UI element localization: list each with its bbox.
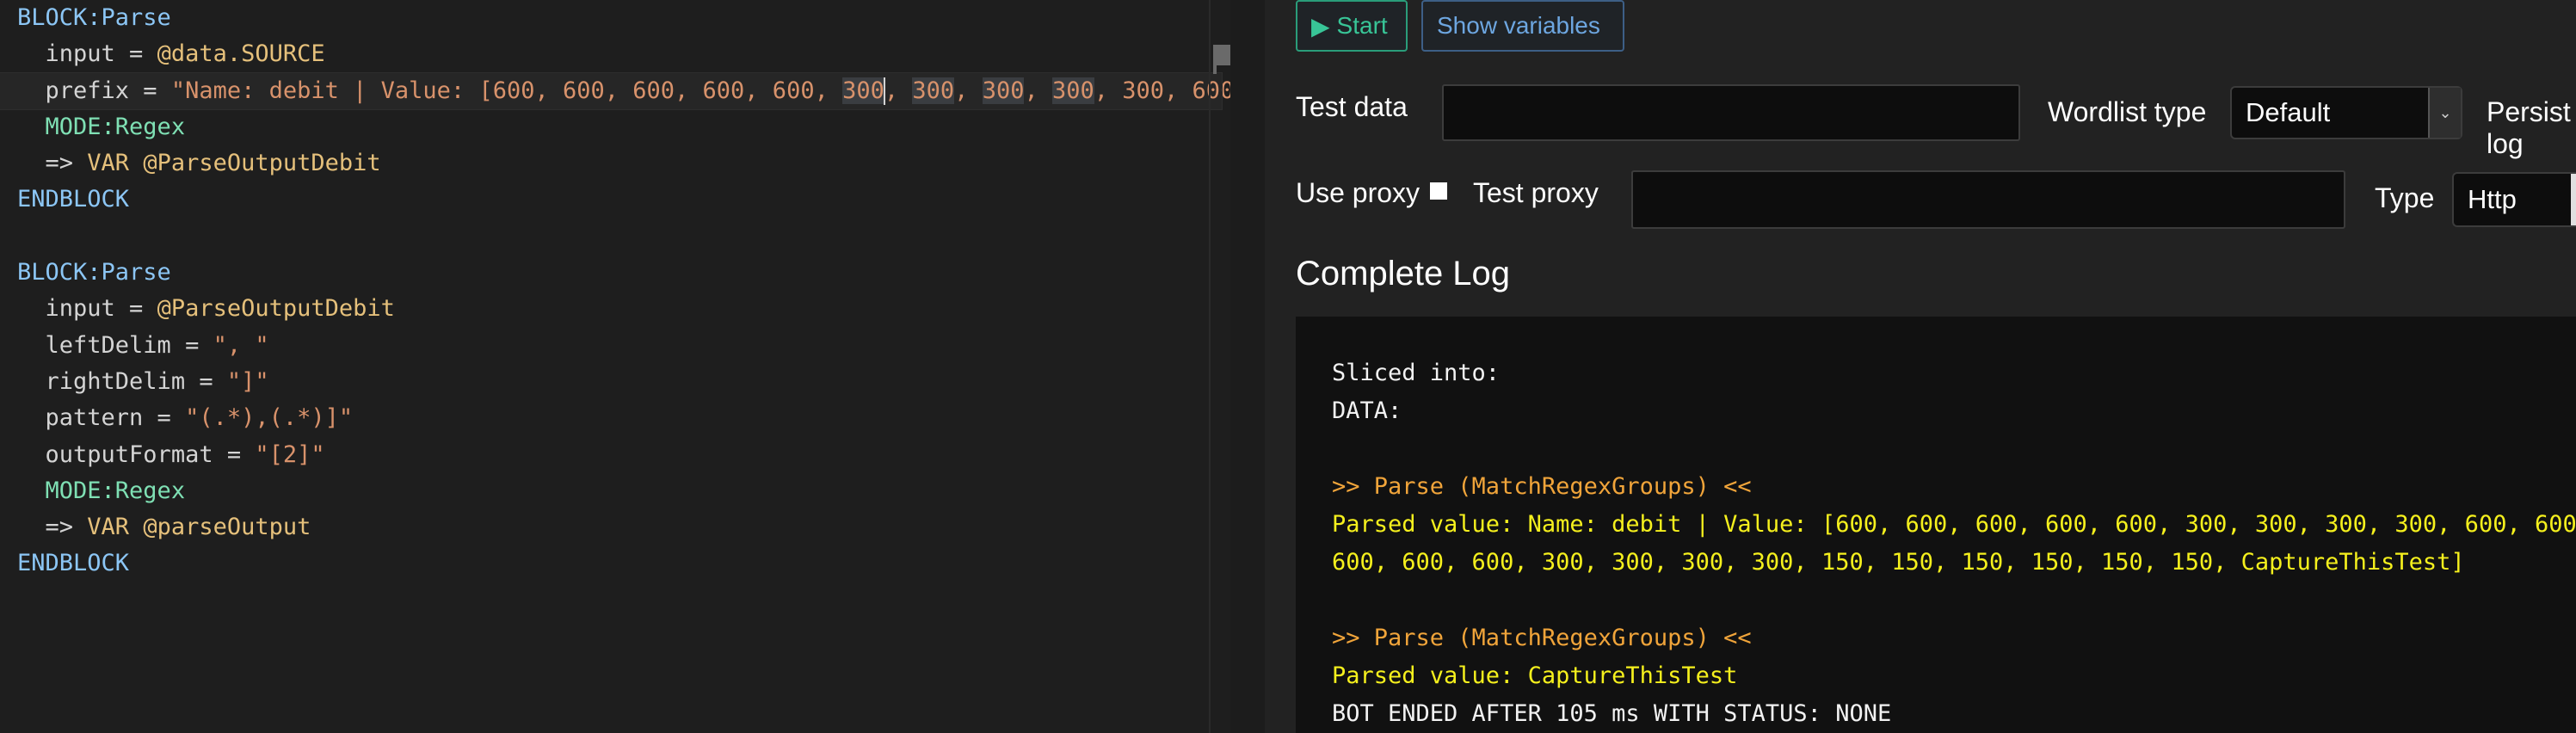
complete-log-title: Complete Log — [1296, 255, 1511, 293]
persist-log-label: Persist log — [2487, 96, 2571, 159]
chevron-down-icon[interactable]: ⌄ — [2428, 88, 2461, 138]
code-line: leftDelim = ", " — [17, 328, 1222, 364]
block-end: ENDBLOCK — [17, 550, 130, 577]
scrollbar-marker — [1213, 65, 1217, 74]
param-value: @data.SOURCE — [157, 40, 325, 68]
log-text: Sliced into: DATA: >> Parse (MatchRegexG… — [1332, 354, 2576, 733]
wordlist-type-value: Default — [2246, 97, 2331, 127]
param-value: "]" — [226, 367, 269, 395]
log-line: 600, 600, 600, 300, 300, 300, 300, 150, … — [1332, 549, 2465, 576]
use-proxy-label: Use proxy — [1296, 177, 1420, 208]
code-line: MODE:Regex — [17, 473, 1222, 509]
wordlist-type-label: Wordlist type — [2048, 96, 2207, 127]
start-button[interactable]: ▶ Start — [1296, 0, 1408, 52]
code-line: BLOCK:Parse — [17, 255, 1222, 291]
debugger-panel: ▶ Start Show variables Test data Wordlis… — [1265, 0, 2576, 733]
param-value: , — [884, 77, 913, 104]
param-key: outputFormat = — [45, 440, 256, 468]
show-variables-button[interactable]: Show variables — [1421, 0, 1624, 52]
code-line: MODE:Regex — [17, 109, 1222, 145]
log-line: Parsed value: CaptureThisTest — [1332, 662, 1738, 689]
code-line: input = @ParseOutputDebit — [17, 291, 1222, 327]
code-line: pattern = "(.*),(.*)]" — [17, 400, 1222, 436]
match-highlight: 300 — [982, 77, 1025, 104]
block-start: BLOCK:Parse — [17, 259, 171, 286]
param-value: "(.*),(.*)]" — [185, 404, 354, 432]
match-highlight: 300 — [912, 77, 955, 104]
code-editor[interactable]: BLOCK:Parse input = @data.SOURCE prefix … — [0, 0, 1230, 733]
play-icon: ▶ — [1311, 12, 1330, 40]
wordlist-type-select[interactable]: Default ⌄ — [2230, 86, 2462, 139]
param-value: ", " — [213, 331, 269, 359]
param-value: @ParseOutputDebit — [157, 295, 395, 323]
match-highlight: 300 — [1051, 77, 1094, 104]
mode-keyword: MODE:Regex — [45, 113, 186, 140]
output-var: VAR @parseOutput — [87, 514, 311, 541]
param-key: pattern = — [45, 404, 186, 432]
test-data-input[interactable] — [1442, 84, 2020, 141]
test-data-label: Test data — [1296, 91, 1408, 122]
code-text[interactable]: BLOCK:Parse input = @data.SOURCE prefix … — [0, 0, 1230, 582]
code-line: ENDBLOCK — [17, 182, 1222, 218]
param-key: leftDelim = — [45, 331, 213, 359]
param-value: "[2]" — [255, 440, 325, 468]
param-key: input = — [45, 40, 157, 68]
start-button-label: Start — [1336, 12, 1388, 39]
code-line: ENDBLOCK — [17, 545, 1222, 582]
log-line: Sliced into: — [1332, 360, 1501, 386]
match-highlight: 300 — [842, 77, 884, 104]
arrow: => — [45, 150, 88, 177]
use-proxy-checkbox[interactable] — [1430, 182, 1447, 200]
editor-scrollbar-thumb[interactable] — [1213, 45, 1230, 65]
proxy-type-select[interactable]: Http — [2452, 172, 2576, 227]
param-key: rightDelim = — [45, 367, 227, 395]
arrow: => — [45, 514, 88, 541]
block-end: ENDBLOCK — [17, 186, 130, 213]
log-output[interactable]: Sliced into: DATA: >> Parse (MatchRegexG… — [1296, 317, 2576, 733]
show-variables-label: Show variables — [1437, 12, 1600, 39]
code-line: input = @data.SOURCE — [17, 36, 1222, 72]
proxy-type-value: Http — [2468, 184, 2517, 214]
proxy-type-label: Type — [2375, 182, 2435, 213]
code-line: outputFormat = "[2]" — [17, 437, 1222, 473]
param-key: prefix = — [45, 77, 171, 104]
log-line: Parsed value: Name: debit | Value: [600,… — [1332, 511, 2576, 538]
editor-scrollbar-track[interactable] — [1230, 0, 1265, 733]
code-line-current: prefix = "Name: debit | Value: [600, 600… — [0, 71, 1230, 110]
log-line: DATA: — [1332, 397, 1402, 424]
code-line: rightDelim = "]" — [17, 364, 1222, 400]
code-line: => VAR @parseOutput — [17, 509, 1222, 545]
log-line: >> Parse (MatchRegexGroups) << — [1332, 625, 1752, 651]
log-line: BOT ENDED AFTER 105 ms WITH STATUS: NONE — [1332, 700, 1892, 727]
editor-ruler — [1209, 0, 1211, 733]
test-proxy-label: Test proxy — [1473, 177, 1599, 208]
block-start: BLOCK:Parse — [17, 4, 171, 31]
output-var: VAR @ParseOutputDebit — [87, 150, 381, 177]
select-edge — [2571, 174, 2576, 225]
mode-keyword: MODE:Regex — [45, 477, 186, 504]
code-line: BLOCK:Parse — [17, 0, 1222, 36]
param-value: "Name: debit | Value: [600, 600, 600, 60… — [170, 77, 843, 104]
param-value: , — [954, 77, 983, 104]
param-value: , — [1024, 77, 1052, 104]
test-proxy-input[interactable] — [1631, 170, 2345, 229]
param-key: input = — [45, 295, 157, 323]
code-line: => VAR @ParseOutputDebit — [17, 145, 1222, 182]
log-line: >> Parse (MatchRegexGroups) << — [1332, 473, 1752, 500]
